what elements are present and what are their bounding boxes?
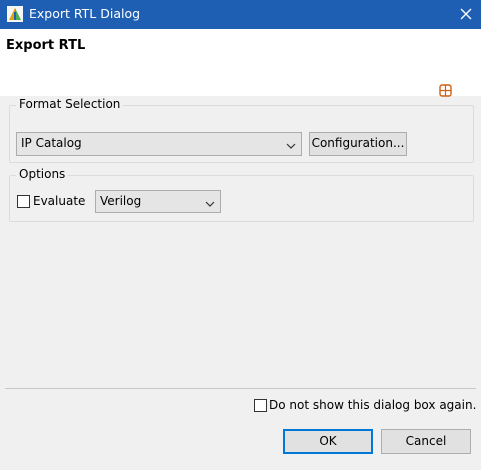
evaluate-label: Evaluate bbox=[33, 194, 86, 208]
grid-icon bbox=[439, 84, 452, 97]
app-icon bbox=[7, 6, 23, 22]
format-select[interactable]: IP Catalog bbox=[16, 132, 302, 156]
dialog-header: Export RTL bbox=[0, 29, 481, 97]
title-bar: Export RTL Dialog bbox=[0, 0, 481, 29]
options-label: Options bbox=[16, 167, 69, 181]
close-icon bbox=[460, 8, 472, 20]
chevron-down-icon bbox=[205, 197, 215, 207]
cancel-button[interactable]: Cancel bbox=[381, 429, 471, 454]
format-selection-label: Format Selection bbox=[16, 97, 124, 111]
ok-button[interactable]: OK bbox=[283, 429, 373, 454]
format-select-value: IP Catalog bbox=[21, 136, 82, 150]
language-select[interactable]: Verilog bbox=[95, 190, 221, 213]
footer-divider bbox=[5, 388, 476, 389]
configuration-button[interactable]: Configuration... bbox=[309, 132, 407, 156]
close-button[interactable] bbox=[451, 0, 481, 29]
window-title: Export RTL Dialog bbox=[29, 6, 141, 21]
dont-show-label: Do not show this dialog box again. bbox=[269, 398, 477, 412]
chevron-down-icon bbox=[286, 139, 296, 149]
dont-show-checkbox[interactable] bbox=[254, 399, 267, 412]
evaluate-checkbox[interactable] bbox=[17, 195, 30, 208]
language-select-value: Verilog bbox=[100, 194, 142, 208]
page-title: Export RTL bbox=[6, 38, 86, 53]
